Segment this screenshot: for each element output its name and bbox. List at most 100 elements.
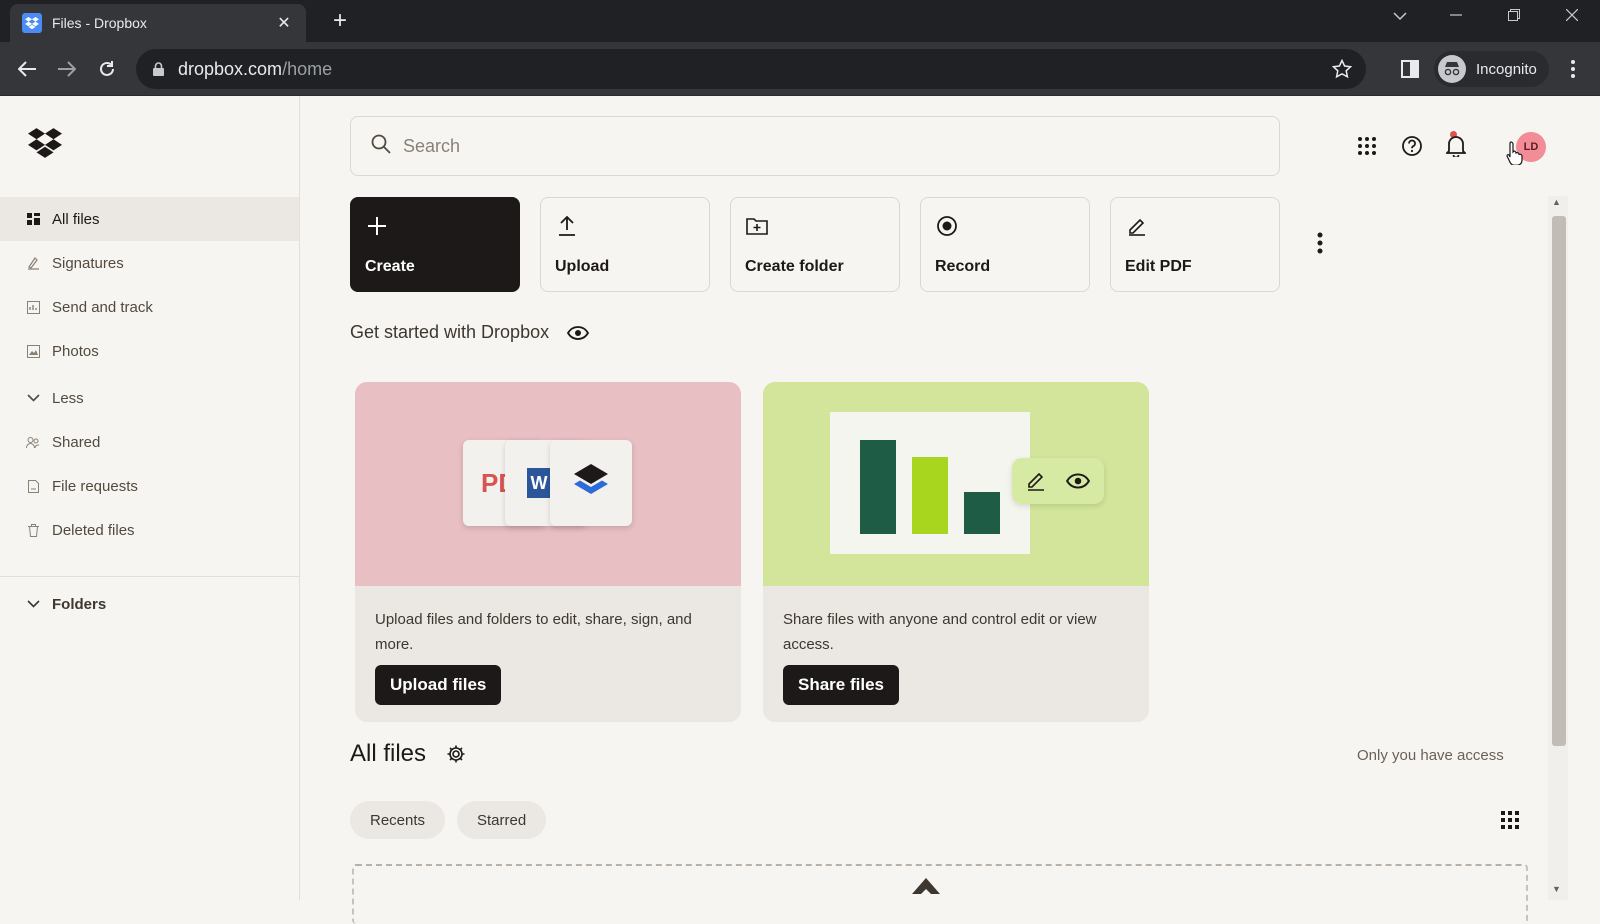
new-tab-button[interactable]: + [326, 8, 354, 36]
incognito-icon [1438, 55, 1466, 83]
grid-view-icon[interactable] [1498, 808, 1522, 832]
sidebar-item-label: Signatures [52, 254, 124, 272]
signature-icon [26, 256, 40, 270]
share-files-button[interactable]: Share files [783, 665, 899, 705]
share-files-card: Share files with anyone and control edit… [763, 382, 1149, 722]
dropbox-favicon-icon [22, 13, 42, 33]
create-button[interactable]: Create [350, 197, 520, 292]
browser-toolbar: dropbox.com/home Incognito [0, 42, 1600, 96]
photos-icon [26, 344, 40, 358]
more-actions-icon[interactable] [1308, 226, 1332, 260]
bookmark-star-icon[interactable] [1331, 58, 1353, 84]
chevron-down-icon [26, 391, 40, 405]
chart-bar [964, 492, 1000, 534]
dropbox-file-tile [550, 440, 632, 526]
sidebar: All files Signatures Send and track Phot… [0, 96, 300, 900]
url-text: dropbox.com/home [178, 59, 332, 80]
recents-chip[interactable]: Recents [350, 801, 446, 839]
all-files-title: All files [350, 740, 427, 767]
dropbox-logo-icon[interactable] [28, 128, 62, 163]
address-bar[interactable]: dropbox.com/home [136, 49, 1366, 89]
sidebar-item-label: Photos [52, 342, 99, 360]
file-drop-zone[interactable] [352, 864, 1528, 924]
sidebar-item-deleted-files[interactable]: Deleted files [0, 508, 299, 552]
trash-icon [26, 523, 40, 537]
tab-title: Files - Dropbox [52, 15, 147, 31]
create-folder-label: Create folder [745, 258, 844, 275]
file-request-icon [26, 479, 40, 493]
bell-icon[interactable] [1442, 132, 1470, 160]
help-icon[interactable] [1398, 132, 1426, 160]
browser-menu-icon[interactable] [1560, 56, 1586, 82]
layers-icon [574, 464, 608, 505]
starred-chip[interactable]: Starred [457, 801, 547, 839]
scrollbar-thumb[interactable] [1552, 216, 1566, 746]
scroll-up-icon[interactable]: ▲ [1552, 197, 1561, 207]
sidebar-item-label: Send and track [52, 298, 153, 316]
edit-view-control [1012, 458, 1104, 504]
side-panel-icon[interactable] [1397, 56, 1423, 82]
plus-icon [365, 214, 389, 238]
incognito-label: Incognito [1476, 60, 1537, 78]
record-label: Record [935, 258, 991, 275]
sidebar-item-send-and-track[interactable]: Send and track [0, 285, 299, 329]
forward-icon[interactable] [53, 55, 81, 83]
chart-bar [860, 440, 896, 534]
all-files-heading: All files [350, 740, 466, 768]
tab-close-icon[interactable]: ✕ [274, 13, 294, 33]
url-host: dropbox.com [178, 58, 283, 79]
sidebar-item-all-files[interactable]: All files [0, 197, 299, 241]
upload-files-card: PDF W Upload files and folders to edit, … [355, 382, 741, 722]
search-placeholder: Search [403, 135, 461, 156]
gear-icon[interactable] [446, 744, 466, 764]
sidebar-item-file-requests[interactable]: File requests [0, 464, 299, 508]
sidebar-item-label: Less [52, 389, 84, 407]
send-track-icon [26, 300, 40, 314]
folder-plus-icon [745, 214, 769, 238]
sidebar-item-label: Deleted files [52, 521, 135, 539]
scroll-down-icon[interactable]: ▼ [1552, 884, 1561, 894]
sidebar-divider [0, 576, 299, 577]
upload-button[interactable]: Upload [540, 197, 710, 292]
upload-arrow-icon [912, 878, 940, 899]
incognito-badge[interactable]: Incognito [1434, 51, 1549, 87]
get-started-heading: Get started with Dropbox [350, 322, 590, 343]
upload-files-button[interactable]: Upload files [375, 665, 502, 705]
create-folder-button[interactable]: Create folder [730, 197, 900, 292]
sidebar-item-photos[interactable]: Photos [0, 329, 299, 373]
app-grid-icon[interactable] [1353, 132, 1381, 160]
edit-pdf-button[interactable]: Edit PDF [1110, 197, 1280, 292]
sidebar-item-less[interactable]: Less [0, 376, 299, 420]
main-content: Search LD Create Upload Create folder Re… [300, 96, 1600, 924]
minimize-icon[interactable] [1444, 8, 1468, 26]
upload-label: Upload [555, 258, 610, 275]
record-button[interactable]: Record [920, 197, 1090, 292]
sidebar-item-label: File requests [52, 477, 138, 495]
edit-pdf-label: Edit PDF [1125, 258, 1192, 275]
eye-icon[interactable] [567, 325, 590, 340]
url-path: /home [282, 58, 333, 79]
back-icon[interactable] [13, 55, 41, 83]
create-label: Create [365, 258, 415, 275]
sidebar-item-label: All files [52, 210, 100, 228]
reload-icon[interactable] [93, 55, 121, 83]
sidebar-item-shared[interactable]: Shared [0, 420, 299, 464]
lock-icon[interactable] [150, 61, 166, 77]
browser-tab-bar: Files - Dropbox ✕ + [0, 0, 1600, 42]
browser-tab[interactable]: Files - Dropbox ✕ [10, 4, 306, 42]
close-window-icon[interactable] [1560, 8, 1584, 26]
share-card-text: Share files with anyone and control edit… [783, 611, 1097, 653]
share-card-illustration [763, 382, 1149, 586]
sidebar-item-label: Shared [52, 433, 101, 451]
tab-search-icon[interactable] [1388, 8, 1412, 26]
chart-bar [912, 457, 948, 534]
chart-preview [830, 412, 1030, 554]
upload-card-illustration: PDF W [355, 382, 741, 586]
pencil-icon [1026, 470, 1046, 497]
all-files-icon [26, 212, 40, 226]
sidebar-folders-toggle[interactable]: Folders [0, 582, 299, 626]
mouse-cursor-icon [1506, 141, 1524, 170]
sidebar-item-signatures[interactable]: Signatures [0, 241, 299, 285]
restore-icon[interactable] [1502, 8, 1526, 26]
search-input[interactable]: Search [350, 116, 1280, 176]
